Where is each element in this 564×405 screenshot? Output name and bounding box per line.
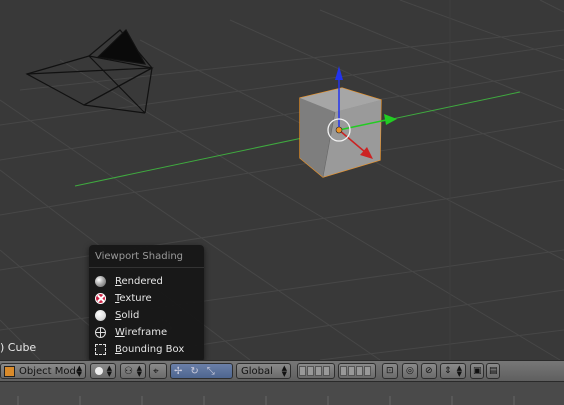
menu-item-texture[interactable]: Texture [93,290,201,306]
manipulator-icon: ⌖ [153,365,159,377]
viewport-scene [0,0,564,360]
camera-object[interactable] [25,29,154,114]
render-still-button[interactable]: ▣ [470,363,484,379]
lock-camera-button[interactable]: ⊡ [382,363,398,379]
menu-title: Viewport Shading [95,251,184,262]
menu-item-bounding-box[interactable]: Bounding Box [93,341,201,357]
3d-viewport[interactable]: ) Cube Viewport Shading Rendered Texture… [0,0,564,360]
mode-selector[interactable]: Object Mode ▲ ▼ [0,363,86,379]
texture-sphere-icon [95,292,106,304]
menu-item-solid[interactable]: Solid [93,307,201,323]
menu-item-label: ireframe [124,326,168,338]
menu-item-key: W [115,326,125,338]
snap-icon: ⊘ [425,366,433,376]
updown-arrows-icon: ▲ ▼ [281,364,287,378]
object-mode-icon [4,365,15,377]
scale-icon[interactable]: ⤡ [207,366,215,377]
mode-label: Object Mode [19,365,82,377]
object-info-label: ) Cube [0,341,37,354]
floor-grid [0,0,564,360]
updown-arrows-icon: ▲ ▼ [106,364,112,378]
manipulator-toggle-button[interactable]: ⌖ [149,363,167,379]
camera-render-icon: ▣ [473,366,482,376]
menu-item-wireframe[interactable]: Wireframe [93,324,201,340]
viewport-header: Object Mode ▲ ▼ ▲ ▼ ⚇ ▲ ▼ ⌖ ✢ ↻ ⤡ Global ▲ ▼… [0,360,564,381]
menu-item-label: ounding Box [121,343,185,355]
menu-divider [89,267,204,268]
render-animation-button[interactable]: ▤ [486,363,500,379]
wireframe-sphere-icon [95,326,106,338]
pivot-icon: ⚇ [124,365,133,377]
updown-arrows-icon: ▲ ▼ [136,364,142,378]
updown-arrows-icon: ▲ ▼ [456,364,462,378]
menu-item-label: endered [121,275,163,287]
updown-arrows-icon: ▲ ▼ [76,364,82,378]
orientation-selector[interactable]: Global ▲ ▼ [236,363,291,379]
menu-item-rendered[interactable]: Rendered [93,273,201,289]
viewport-shading-menu: Viewport Shading Rendered Texture Solid … [89,245,204,360]
snap-element-selector[interactable]: ⇕ ▲ ▼ [440,363,466,379]
orientation-label: Global [241,365,273,377]
lock-icon: ⊡ [386,366,394,376]
film-icon: ▤ [489,366,498,376]
translate-icon[interactable]: ✢ [174,366,182,377]
pivot-point-button[interactable]: ⚇ ▲ ▼ [120,363,146,379]
solid-sphere-icon [95,367,103,375]
menu-item-label: olid [121,309,140,321]
snap-element-icon: ⇕ [444,366,452,376]
viewport-shading-button[interactable]: ▲ ▼ [90,363,116,379]
timeline-ruler[interactable] [0,381,564,405]
layers-group-2[interactable] [338,363,376,379]
menu-item-key: B [115,343,122,355]
layers-group-1[interactable] [297,363,335,379]
rendered-sphere-icon [95,275,106,287]
proportional-edit-icon: ◎ [406,366,414,376]
bounding-box-icon [95,343,106,355]
snap-toggle-button[interactable]: ⊘ [421,363,437,379]
menu-item-label: exture [119,292,152,304]
rotate-icon[interactable]: ↻ [190,366,198,377]
proportional-edit-button[interactable]: ◎ [402,363,418,379]
solid-sphere-icon [95,309,106,321]
transform-manipulators: ✢ ↻ ⤡ [170,363,233,379]
